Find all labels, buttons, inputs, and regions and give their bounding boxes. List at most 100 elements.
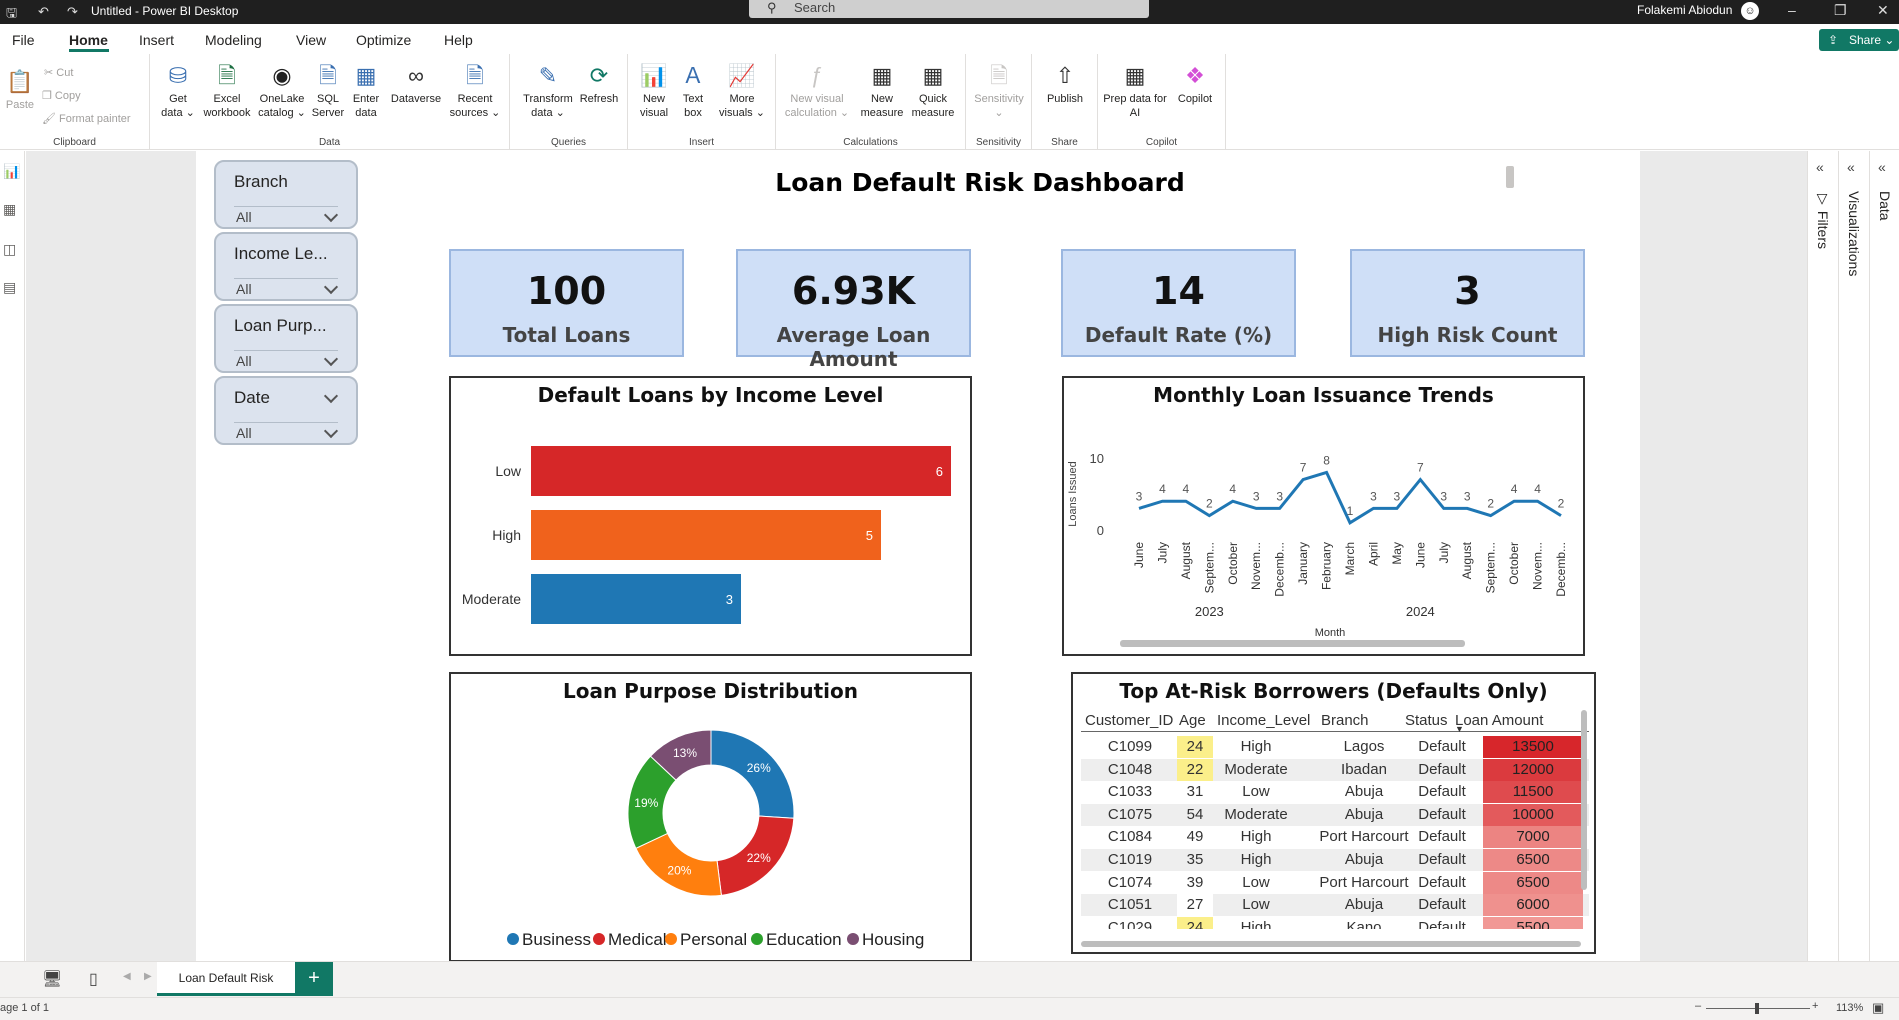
minimize-icon[interactable]: – <box>1788 2 1796 18</box>
recent-sources-button[interactable]: 🗎 Recent sources ⌄ <box>446 62 504 120</box>
mobile-layout-icon[interactable]: ▯ <box>89 969 98 989</box>
undo-icon[interactable]: ↶ <box>38 4 49 20</box>
table-row[interactable]: C1074 39 Low Port Harcourt Default 6500 <box>1081 871 1589 894</box>
chevron-down-icon[interactable] <box>323 351 339 367</box>
publish-button[interactable]: ⇧ Publish <box>1040 62 1090 106</box>
zoom-out-icon[interactable]: – <box>1695 1000 1701 1012</box>
quick-measure-button[interactable]: ▦ Quick measure <box>908 62 958 120</box>
visualizations-pane[interactable]: « Visualizations <box>1838 151 1868 971</box>
sensitivity-button[interactable]: 🗎 Sensitivity ⌄ <box>970 62 1028 120</box>
column-header-loan-amount[interactable]: Loan Amount <box>1455 712 1543 729</box>
page-scrollbar[interactable] <box>1506 166 1514 188</box>
redo-icon[interactable]: ↷ <box>67 4 78 20</box>
donut-chart-visual[interactable]: Loan Purpose Distribution 26% 22% 20% 19% 13… <box>449 672 972 962</box>
column-header-income-level[interactable]: Income_Level <box>1217 712 1310 729</box>
refresh-button[interactable]: ⟳ Refresh <box>576 62 622 106</box>
desktop-layout-icon[interactable]: 🖥 <box>42 969 62 989</box>
chevron-down-icon[interactable] <box>323 423 339 439</box>
column-header-customer-id[interactable]: Customer_ID <box>1085 712 1173 729</box>
close-icon[interactable]: ✕ <box>1877 2 1889 19</box>
bar-chart-visual[interactable]: Default Loans by Income Level Low 6 High 5 M… <box>449 376 972 656</box>
chevron-down-icon[interactable] <box>323 207 339 223</box>
model-view-icon[interactable]: ◫ <box>3 241 16 258</box>
sql-server-button[interactable]: 🗎 SQL Server <box>310 62 346 120</box>
user-name[interactable]: Folakemi Abiodun <box>1637 3 1732 17</box>
dataverse-button[interactable]: ∞ Dataverse <box>388 62 444 106</box>
menu-modeling[interactable]: Modeling <box>205 32 262 48</box>
kpi-card-default-rate[interactable]: 14 Default Rate (%) <box>1061 249 1296 357</box>
transform-data-button[interactable]: ✎ Transform data ⌄ <box>520 62 576 120</box>
new-visual-button[interactable]: 📊 New visual <box>636 62 672 120</box>
filters-pane[interactable]: « ▽ Filters <box>1807 151 1837 971</box>
table-row[interactable]: C1075 54 Moderate Abuja Default 10000 <box>1081 803 1589 826</box>
menu-help[interactable]: Help <box>444 32 473 48</box>
prep-data-for-ai-button[interactable]: ▦ Prep data for AI <box>1102 62 1168 120</box>
add-page-button[interactable]: + <box>295 962 333 996</box>
kpi-card-total-loans[interactable]: 100 Total Loans <box>449 249 684 357</box>
table-row[interactable]: C1033 31 Low Abuja Default 11500 <box>1081 781 1589 804</box>
table-row[interactable]: C1051 27 Low Abuja Default 6000 <box>1081 894 1589 917</box>
menu-insert[interactable]: Insert <box>139 32 174 48</box>
kpi-card-average-loan-amount[interactable]: 6.93K Average Loan Amount <box>736 249 971 371</box>
btn-line2: workbook <box>203 107 251 119</box>
enter-data-button[interactable]: ▦ Enter data <box>348 62 384 120</box>
dax-query-view-icon[interactable]: ▤ <box>3 279 16 296</box>
get-data-button[interactable]: ⛁ Get data ⌄ <box>158 62 198 120</box>
restore-icon[interactable]: ❐ <box>1834 2 1847 19</box>
table-row[interactable]: C1099 24 High Lagos Default 13500 <box>1081 736 1589 758</box>
scroll-right-icon[interactable]: ▶ <box>144 971 152 982</box>
chevron-down-icon[interactable] <box>323 279 339 295</box>
slicer-branch[interactable]: Branch All <box>214 160 358 229</box>
zoom-in-icon[interactable]: + <box>1812 1000 1818 1012</box>
menu-home[interactable]: Home <box>69 32 108 48</box>
text-box-button[interactable]: Ａ Text box <box>676 62 710 120</box>
column-header-branch[interactable]: Branch <box>1321 712 1369 729</box>
tab-loan-default-risk[interactable]: Loan Default Risk <box>157 962 295 996</box>
copilot-button[interactable]: ❖ Copilot <box>1170 62 1220 106</box>
report-view-icon[interactable]: 📊 <box>3 163 20 180</box>
onelake-catalog-button[interactable]: ◉ OneLake catalog ⌄ <box>256 62 308 120</box>
line-chart-visual[interactable]: Monthly Loan Issuance Trends Loans Issue… <box>1062 376 1585 656</box>
slicer-loan-purpose[interactable]: Loan Purp... All <box>214 304 358 373</box>
copy-button[interactable]: ❐ Copy <box>42 89 81 102</box>
excel-workbook-button[interactable]: 🗎 Excel workbook <box>200 62 254 120</box>
slicer-date[interactable]: Date All <box>214 376 358 445</box>
column-header-status[interactable]: Status <box>1405 712 1448 729</box>
table-horizontal-scrollbar[interactable] <box>1081 941 1581 947</box>
menu-optimize[interactable]: Optimize <box>356 32 411 48</box>
menu-view[interactable]: View <box>296 32 326 48</box>
table-row[interactable]: C1029 24 High Kano Default 5500 <box>1081 916 1589 929</box>
expand-chevron-icon[interactable]: « <box>1878 159 1886 175</box>
expand-chevron-icon[interactable]: « <box>1847 159 1855 175</box>
table-row[interactable]: C1084 49 High Port Harcourt Default 7000 <box>1081 826 1589 849</box>
format-painter-button[interactable]: 🖌 Format painter <box>42 112 131 125</box>
expand-chevron-icon[interactable]: « <box>1816 159 1824 175</box>
data-pane[interactable]: « Data <box>1869 151 1899 971</box>
column-header-age[interactable]: Age <box>1179 712 1206 729</box>
btn-line1: SQL <box>316 93 339 105</box>
table-view-icon[interactable]: ▦ <box>3 201 16 218</box>
menu-file[interactable]: File <box>12 32 35 48</box>
sort-descending-icon[interactable]: ▼ <box>1455 724 1464 734</box>
kpi-card-high-risk-count[interactable]: 3 High Risk Count <box>1350 249 1585 357</box>
table-row[interactable]: C1048 22 Moderate Ibadan Default 12000 <box>1081 758 1589 781</box>
zoom-slider-thumb[interactable] <box>1755 1003 1759 1014</box>
new-measure-button[interactable]: ▦ New measure <box>858 62 906 120</box>
avatar[interactable]: ☺ <box>1741 2 1759 20</box>
kpi-value: 6.93K <box>791 269 916 313</box>
chevron-down-icon[interactable] <box>323 388 339 404</box>
scroll-left-icon[interactable]: ◀ <box>123 971 131 982</box>
search-box[interactable]: ⚲ Search <box>749 0 1149 18</box>
slicer-income-level[interactable]: Income Le... All <box>214 232 358 301</box>
cut-button[interactable]: ✂ Cut <box>44 66 73 79</box>
more-visuals-button[interactable]: 📈 More visuals ⌄ <box>714 62 770 120</box>
share-button[interactable]: ⇪ Share ⌄ <box>1819 29 1899 51</box>
table-visual[interactable]: Top At-Risk Borrowers (Defaults Only) Cu… <box>1071 672 1596 954</box>
table-row[interactable]: C1019 35 High Abuja Default 6500 <box>1081 849 1589 871</box>
table-vertical-scrollbar[interactable] <box>1581 710 1587 890</box>
save-icon[interactable]: 🖫 <box>6 4 17 26</box>
paste-button[interactable]: 📋 Paste <box>4 68 36 112</box>
new-visual-calculation-button[interactable]: ƒ New visual calculation ⌄ <box>784 62 850 120</box>
dataverse-icon: ∞ <box>408 63 424 88</box>
fit-to-page-icon[interactable]: ▣ <box>1872 1000 1884 1016</box>
